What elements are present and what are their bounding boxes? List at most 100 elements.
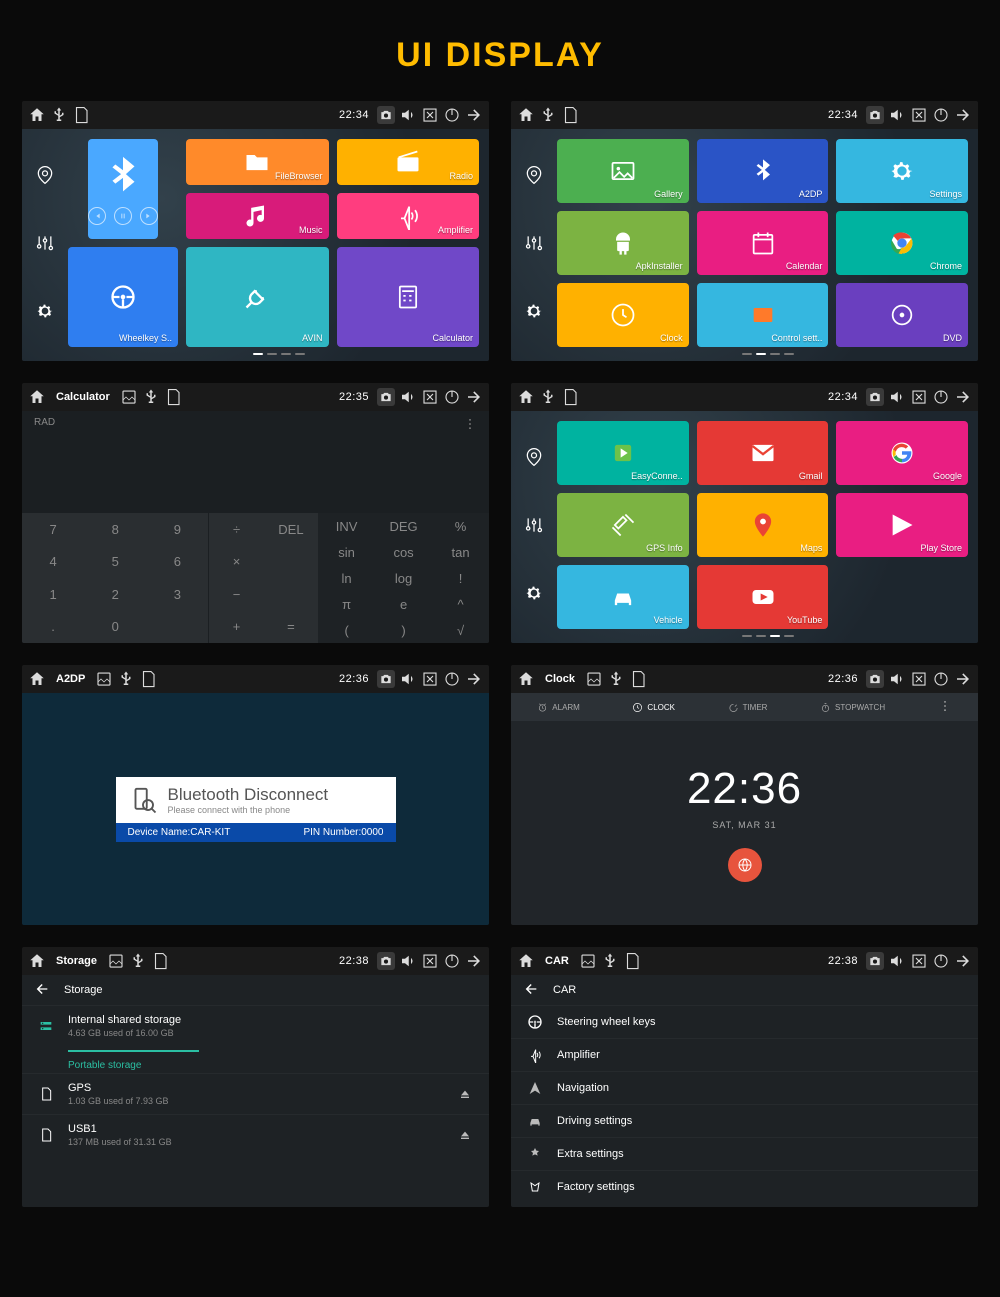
media-pause-icon[interactable] <box>114 207 132 225</box>
back-arrow-icon[interactable] <box>34 981 50 1000</box>
calc-key[interactable]: ) <box>375 617 432 643</box>
camera-icon[interactable] <box>866 388 884 406</box>
tile-gallery[interactable]: Gallery <box>557 139 689 203</box>
tile-apkinstaller[interactable]: ApkInstaller <box>557 211 689 275</box>
calc-key[interactable]: 5 <box>84 546 146 579</box>
power-icon[interactable] <box>443 670 461 688</box>
calc-key[interactable]: tan <box>432 539 489 565</box>
back-icon[interactable] <box>465 388 483 406</box>
nav-equalizer-icon[interactable] <box>524 515 544 540</box>
back-icon[interactable] <box>954 388 972 406</box>
power-icon[interactable] <box>443 106 461 124</box>
storage-internal[interactable]: Internal shared storage 4.63 GB used of … <box>22 1005 489 1046</box>
car-item-extra-settings[interactable]: Extra settings <box>511 1137 978 1170</box>
tab-alarm[interactable]: ALARM <box>537 702 580 713</box>
calc-key[interactable]: e <box>375 591 432 617</box>
calc-key[interactable]: DEG <box>375 513 432 539</box>
camera-icon[interactable] <box>377 106 395 124</box>
close-icon[interactable] <box>910 670 928 688</box>
close-icon[interactable] <box>910 952 928 970</box>
tile-control-sett-[interactable]: Control sett.. <box>697 283 829 347</box>
calc-key[interactable]: 8 <box>84 513 146 546</box>
tile-calendar[interactable]: Calendar <box>697 211 829 275</box>
eject-icon[interactable] <box>457 1086 473 1102</box>
nav-location-icon[interactable] <box>35 165 55 190</box>
tile-radio[interactable]: Radio <box>337 139 480 185</box>
calc-key[interactable]: ^ <box>432 591 489 617</box>
calc-key[interactable]: × <box>209 546 263 579</box>
volume-icon[interactable] <box>888 106 906 124</box>
tile-gmail[interactable]: Gmail <box>697 421 829 485</box>
back-icon[interactable] <box>465 106 483 124</box>
volume-icon[interactable] <box>399 952 417 970</box>
calc-key[interactable]: INV <box>318 513 375 539</box>
car-item-steering-wheel-keys[interactable]: Steering wheel keys <box>511 1005 978 1038</box>
back-icon[interactable] <box>954 670 972 688</box>
home-icon[interactable] <box>28 952 46 970</box>
power-icon[interactable] <box>443 388 461 406</box>
volume-icon[interactable] <box>399 106 417 124</box>
calc-key[interactable]: DEL <box>264 513 318 546</box>
tile-amplifier[interactable]: Amplifier <box>337 193 480 239</box>
close-icon[interactable] <box>421 952 439 970</box>
power-icon[interactable] <box>443 952 461 970</box>
power-icon[interactable] <box>932 670 950 688</box>
tile-settings[interactable]: Settings <box>836 139 968 203</box>
calc-key[interactable]: . <box>22 611 84 644</box>
calc-key[interactable]: 7 <box>22 513 84 546</box>
camera-icon[interactable] <box>866 952 884 970</box>
tile-clock[interactable]: Clock <box>557 283 689 347</box>
car-item-factory-settings[interactable]: Factory settings <box>511 1170 978 1203</box>
car-item-driving-settings[interactable]: Driving settings <box>511 1104 978 1137</box>
tile-bluetooth-big[interactable] <box>68 139 178 239</box>
tab-stopwatch[interactable]: STOPWATCH <box>820 702 885 713</box>
close-icon[interactable] <box>421 388 439 406</box>
close-icon[interactable] <box>421 670 439 688</box>
home-icon[interactable] <box>517 670 535 688</box>
tile-vehicle[interactable]: Vehicle <box>557 565 689 629</box>
home-icon[interactable] <box>28 106 46 124</box>
tile-wheelkey[interactable]: Wheelkey S.. <box>68 247 178 347</box>
volume-icon[interactable] <box>888 388 906 406</box>
tile-dvd[interactable]: DVD <box>836 283 968 347</box>
calc-key[interactable]: 2 <box>84 578 146 611</box>
media-next-icon[interactable] <box>140 207 158 225</box>
tile-youtube[interactable]: YouTube <box>697 565 829 629</box>
calc-key[interactable]: 4 <box>22 546 84 579</box>
media-prev-icon[interactable] <box>88 207 106 225</box>
overflow-icon[interactable] <box>463 417 477 434</box>
home-icon[interactable] <box>517 388 535 406</box>
tile-chrome[interactable]: Chrome <box>836 211 968 275</box>
calc-key[interactable]: sin <box>318 539 375 565</box>
camera-icon[interactable] <box>866 670 884 688</box>
calc-key[interactable]: ! <box>432 565 489 591</box>
nav-settings-icon[interactable] <box>524 583 544 608</box>
calc-key[interactable]: 6 <box>146 546 208 579</box>
world-clock-fab[interactable] <box>728 848 762 882</box>
home-icon[interactable] <box>28 670 46 688</box>
calc-key[interactable]: 0 <box>84 611 146 644</box>
power-icon[interactable] <box>932 106 950 124</box>
back-icon[interactable] <box>465 670 483 688</box>
calc-key[interactable]: − <box>209 578 263 611</box>
tile-music[interactable]: Music <box>186 193 329 239</box>
camera-icon[interactable] <box>377 952 395 970</box>
nav-settings-icon[interactable] <box>524 301 544 326</box>
calc-key[interactable]: 3 <box>146 578 208 611</box>
power-icon[interactable] <box>932 952 950 970</box>
close-icon[interactable] <box>910 106 928 124</box>
volume-icon[interactable] <box>399 670 417 688</box>
close-icon[interactable] <box>910 388 928 406</box>
tab-timer[interactable]: TIMER <box>728 702 768 713</box>
eject-icon[interactable] <box>457 1127 473 1143</box>
calc-key[interactable] <box>146 611 208 644</box>
tile-avin[interactable]: AVIN <box>186 247 329 347</box>
tile-filebrowser[interactable]: FileBrowser <box>186 139 329 185</box>
calc-key[interactable]: ln <box>318 565 375 591</box>
storage-gps[interactable]: GPS1.03 GB used of 7.93 GB <box>22 1073 489 1114</box>
tile-maps[interactable]: Maps <box>697 493 829 557</box>
back-arrow-icon[interactable] <box>523 981 539 1000</box>
tile-calculator[interactable]: Calculator <box>337 247 480 347</box>
home-icon[interactable] <box>28 388 46 406</box>
calc-key[interactable]: 1 <box>22 578 84 611</box>
